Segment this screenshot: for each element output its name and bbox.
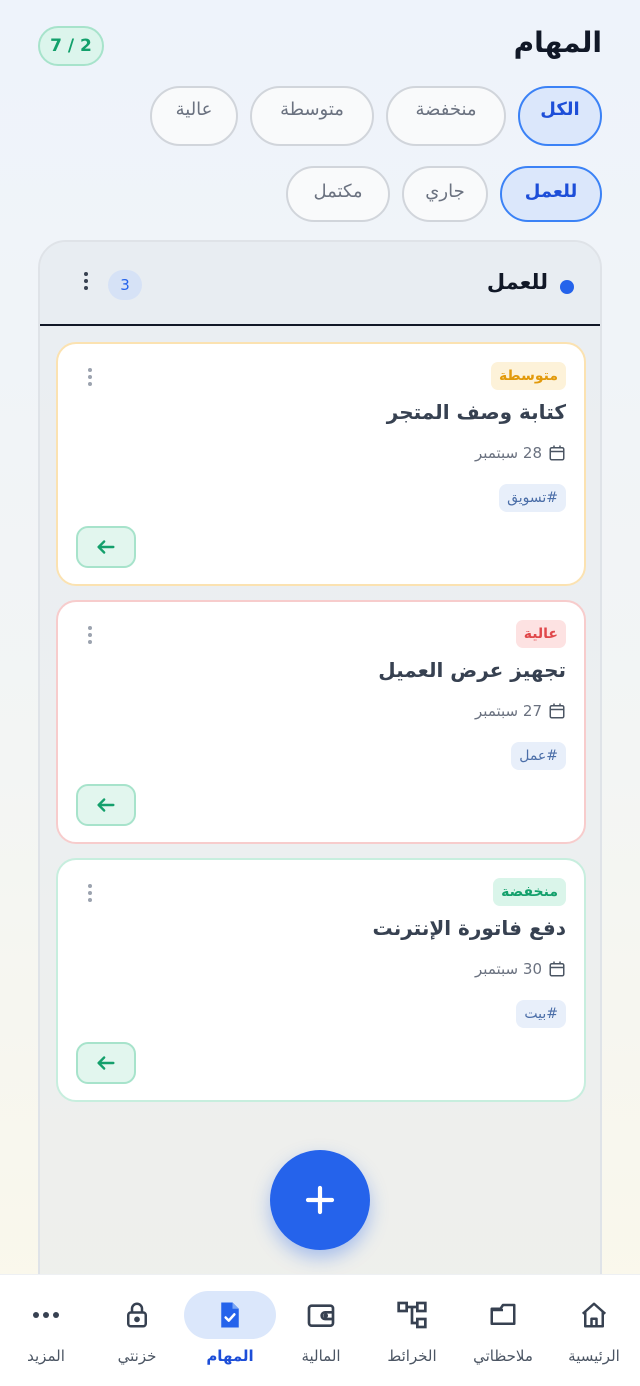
task-title: كتابة وصف المتجر bbox=[386, 400, 566, 424]
nav-label: الرئيسية bbox=[568, 1347, 620, 1365]
wallet-icon bbox=[307, 1304, 335, 1327]
arrow-left-icon bbox=[97, 1056, 115, 1070]
calendar-icon bbox=[549, 445, 565, 461]
task-icon bbox=[221, 1302, 239, 1328]
due-date: 28 سبتمبر bbox=[475, 444, 566, 462]
folder-icon bbox=[490, 1303, 516, 1325]
move-task-button[interactable] bbox=[76, 526, 136, 568]
nav-item-finance[interactable]: المالية bbox=[275, 1275, 367, 1386]
nav-item-tasks[interactable]: المهام bbox=[184, 1275, 276, 1386]
column-status-dot bbox=[560, 280, 574, 294]
due-date-text: 28 سبتمبر bbox=[475, 444, 542, 462]
more-icon bbox=[33, 1312, 59, 1318]
task-card[interactable]: عالية تجهيز عرض العميل 27 سبتمبر #عمل bbox=[56, 600, 586, 844]
task-tag: #بيت bbox=[516, 1000, 566, 1028]
column-count-badge: 3 bbox=[108, 270, 142, 300]
card-menu-icon[interactable] bbox=[86, 626, 94, 646]
move-task-button[interactable] bbox=[76, 784, 136, 826]
task-tag: #عمل bbox=[511, 742, 566, 770]
due-date-text: 30 سبتمبر bbox=[475, 960, 542, 978]
nav-label: المهام bbox=[206, 1347, 254, 1365]
calendar-icon bbox=[549, 703, 565, 719]
task-card[interactable]: منخفضة دفع فاتورة الإنترنت 30 سبتمبر #بي… bbox=[56, 858, 586, 1102]
card-menu-icon[interactable] bbox=[86, 368, 94, 388]
nav-item-vault[interactable]: خزنتي bbox=[91, 1275, 183, 1386]
arrow-left-icon bbox=[97, 798, 115, 812]
column-menu-icon[interactable] bbox=[76, 272, 96, 300]
progress-counter-badge: 7 / 2 bbox=[38, 26, 104, 66]
nav-item-more[interactable]: المزيد bbox=[0, 1275, 92, 1386]
due-date-text: 27 سبتمبر bbox=[475, 702, 542, 720]
nav-item-notes[interactable]: ملاحظاتي bbox=[457, 1275, 549, 1386]
app-header: المهام 7 / 2 bbox=[0, 24, 640, 68]
filter-chip-high[interactable]: عالية bbox=[150, 86, 238, 146]
priority-badge: عالية bbox=[515, 620, 566, 648]
page-title: المهام bbox=[513, 26, 602, 59]
filter-chip-all[interactable]: الكل bbox=[518, 86, 602, 146]
nav-label: المالية bbox=[301, 1347, 341, 1365]
bottom-navigation: الرئيسية ملاحظاتي الخرائط المالية المهام… bbox=[0, 1274, 640, 1386]
nav-label: خزنتي bbox=[117, 1347, 157, 1365]
calendar-icon bbox=[549, 961, 565, 977]
task-tag: #تسويق bbox=[499, 484, 566, 512]
status-chip-todo[interactable]: للعمل bbox=[500, 166, 602, 222]
move-task-button[interactable] bbox=[76, 1042, 136, 1084]
task-title: دفع فاتورة الإنترنت bbox=[372, 916, 566, 940]
priority-filter-row: الكل منخفضة متوسطة عالية bbox=[150, 86, 602, 146]
mindmap-icon bbox=[397, 1301, 427, 1329]
status-filter-row: للعمل جاري مكتمل bbox=[286, 166, 602, 222]
card-menu-icon[interactable] bbox=[86, 884, 94, 904]
column-title: للعمل bbox=[486, 270, 548, 294]
priority-badge: منخفضة bbox=[493, 878, 566, 906]
task-title: تجهيز عرض العميل bbox=[378, 658, 566, 682]
nav-label: ملاحظاتي bbox=[473, 1347, 533, 1365]
nav-label: الخرائط bbox=[387, 1347, 437, 1365]
nav-item-home[interactable]: الرئيسية bbox=[548, 1275, 640, 1386]
home-icon bbox=[581, 1302, 607, 1328]
status-chip-done[interactable]: مكتمل bbox=[286, 166, 390, 222]
plus-icon bbox=[305, 1185, 335, 1215]
status-chip-in-progress[interactable]: جاري bbox=[402, 166, 488, 222]
priority-badge: متوسطة bbox=[490, 362, 566, 390]
task-card[interactable]: متوسطة كتابة وصف المتجر 28 سبتمبر #تسويق bbox=[56, 342, 586, 586]
lock-icon bbox=[127, 1302, 147, 1328]
arrow-left-icon bbox=[97, 540, 115, 554]
column-header: للعمل 3 bbox=[40, 242, 600, 326]
add-task-button[interactable] bbox=[270, 1150, 370, 1250]
due-date: 27 سبتمبر bbox=[475, 702, 566, 720]
filter-chip-medium[interactable]: متوسطة bbox=[250, 86, 374, 146]
nav-label: المزيد bbox=[27, 1347, 65, 1365]
due-date: 30 سبتمبر bbox=[475, 960, 566, 978]
filter-chip-low[interactable]: منخفضة bbox=[386, 86, 506, 146]
nav-item-maps[interactable]: الخرائط bbox=[366, 1275, 458, 1386]
